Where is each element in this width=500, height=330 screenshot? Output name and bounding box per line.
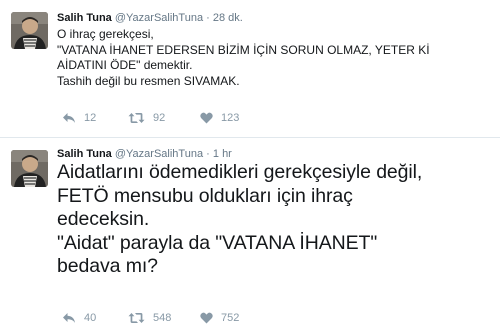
retweet-count: 92 bbox=[153, 112, 166, 124]
tweet-text-line: edeceksin. bbox=[57, 208, 150, 230]
tweet-timestamp[interactable]: 1 hr bbox=[213, 148, 232, 160]
tweet-text-line: O ihraç gerekçesi, bbox=[57, 27, 154, 41]
reply-button[interactable]: 12 bbox=[62, 110, 96, 126]
retweet-count: 548 bbox=[153, 312, 172, 324]
tweet-text-line: "VATANA İHANET EDERSEN BİZİM İÇİN SORUN … bbox=[57, 42, 430, 57]
retweet-icon bbox=[128, 313, 145, 323]
author-handle[interactable]: @YazarSalihTuna bbox=[115, 12, 203, 24]
tweet-text-line: bedava mı? bbox=[57, 255, 158, 277]
separator: · bbox=[206, 148, 210, 160]
tweet[interactable]: Salih Tuna @YazarSalihTuna · 28 dk. O ih… bbox=[0, 0, 500, 138]
tweet-text-line: Tashih değil bu resmen SIVAMAK. bbox=[57, 73, 240, 88]
reply-button[interactable]: 40 bbox=[62, 310, 96, 326]
like-count: 752 bbox=[221, 312, 240, 324]
reply-count: 40 bbox=[84, 312, 97, 324]
heart-icon bbox=[200, 312, 213, 324]
tweet-text: O ihraç gerekçesi, "VATANA İHANET EDERSE… bbox=[57, 27, 492, 89]
tweet-timestamp[interactable]: 28 dk. bbox=[213, 12, 243, 24]
avatar[interactable] bbox=[11, 150, 48, 187]
like-count: 123 bbox=[221, 112, 240, 124]
reply-icon bbox=[63, 113, 75, 123]
like-button[interactable]: 752 bbox=[200, 310, 239, 326]
tweet-text-line: AİDATINI ÖDE" demektir. bbox=[57, 58, 193, 72]
tweet-header: Salih Tuna @YazarSalihTuna · 1 hr bbox=[57, 147, 232, 161]
author-name[interactable]: Salih Tuna bbox=[57, 148, 112, 160]
author-name[interactable]: Salih Tuna bbox=[57, 12, 112, 24]
author-handle[interactable]: @YazarSalihTuna bbox=[115, 148, 203, 160]
tweet[interactable]: Salih Tuna @YazarSalihTuna · 1 hr Aidatl… bbox=[0, 138, 500, 330]
tweet-text-line: "Aidat" parayla da "VATANA İHANET" bbox=[57, 231, 378, 254]
tweet-text: Aidatlarını ödemedikleri gerekçesiyle de… bbox=[57, 161, 492, 279]
like-button[interactable]: 123 bbox=[200, 110, 239, 126]
tweet-text-line: Aidatlarını ödemedikleri gerekçesiyle de… bbox=[57, 161, 423, 183]
separator: · bbox=[206, 12, 210, 24]
reply-count: 12 bbox=[84, 112, 97, 124]
retweet-icon bbox=[128, 113, 145, 123]
avatar[interactable] bbox=[11, 12, 48, 49]
reply-icon bbox=[63, 313, 75, 323]
retweet-button[interactable]: 548 bbox=[128, 310, 171, 326]
tweet-text-line: FETÖ mensubu oldukları için ihraç bbox=[57, 184, 353, 207]
heart-icon bbox=[200, 112, 213, 124]
retweet-button[interactable]: 92 bbox=[128, 110, 165, 126]
tweet-header: Salih Tuna @YazarSalihTuna · 28 dk. bbox=[57, 11, 243, 25]
